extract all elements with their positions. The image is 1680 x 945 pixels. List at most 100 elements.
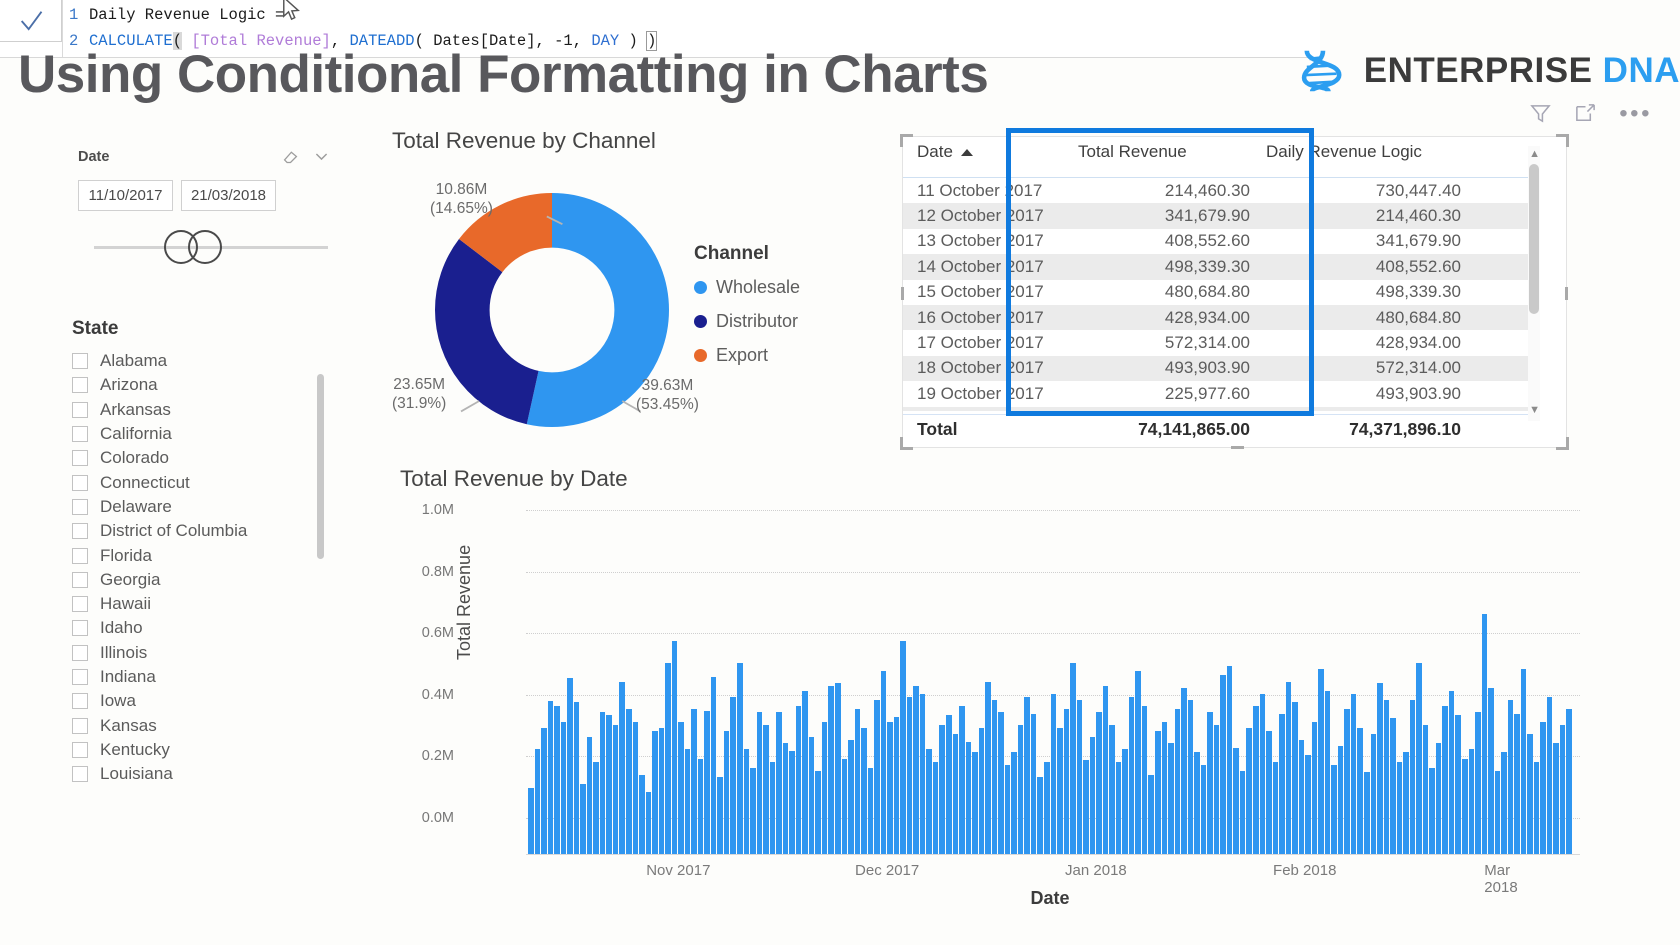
state-list-item[interactable]: Arkansas	[72, 398, 332, 422]
bar[interactable]	[639, 775, 645, 854]
sort-ascending-icon[interactable]	[960, 148, 974, 157]
bar[interactable]	[541, 728, 547, 854]
bar[interactable]	[704, 710, 710, 854]
bar[interactable]	[567, 677, 573, 854]
bar[interactable]	[580, 784, 586, 854]
state-slicer[interactable]: State Alabama Arizona Arkansas California Co…	[72, 318, 332, 786]
state-list-item[interactable]: Illinois	[72, 641, 332, 665]
state-list-item[interactable]: Kansas	[72, 713, 332, 737]
table-row[interactable]: 16 October 2017 428,934.00 480,684.80	[903, 304, 1533, 331]
bar[interactable]	[776, 712, 782, 854]
bar[interactable]	[1233, 747, 1239, 854]
bar-chart-visual[interactable]: Total Revenue by Date Total Revenue 0.0M…	[400, 466, 1580, 908]
bar[interactable]	[1553, 743, 1559, 854]
bar[interactable]	[599, 712, 606, 854]
state-checkbox[interactable]	[72, 450, 88, 467]
bar[interactable]	[658, 727, 665, 854]
bar[interactable]	[1128, 696, 1135, 854]
bar[interactable]	[547, 700, 554, 854]
state-list-item[interactable]: Connecticut	[72, 470, 332, 494]
bar[interactable]	[913, 686, 919, 854]
table-scrollbar-thumb[interactable]	[1529, 164, 1539, 314]
bar[interactable]	[874, 700, 880, 854]
date-slicer-controls[interactable]	[282, 148, 330, 165]
bar[interactable]	[717, 777, 723, 854]
state-checkbox[interactable]	[72, 547, 88, 564]
bar[interactable]	[1344, 709, 1350, 854]
bar[interactable]	[1520, 669, 1527, 854]
table-row[interactable]: 19 October 2017 225,977.60 493,903.90	[903, 381, 1533, 406]
state-list-item[interactable]: Arizona	[72, 373, 332, 397]
bar[interactable]	[665, 663, 671, 854]
bar[interactable]	[1043, 761, 1050, 854]
bar[interactable]	[1455, 715, 1461, 854]
bar[interactable]	[586, 736, 593, 854]
bar[interactable]	[861, 727, 867, 854]
bar[interactable]	[710, 676, 717, 854]
bar[interactable]	[1559, 724, 1566, 854]
table-row[interactable]: 13 October 2017 408,552.60 341,679.90	[903, 229, 1533, 254]
bar[interactable]	[1533, 761, 1540, 854]
bar[interactable]	[1272, 761, 1279, 854]
bar[interactable]	[1187, 700, 1194, 854]
visual-header-icons[interactable]: •••	[1529, 101, 1652, 125]
date-range-slider[interactable]	[78, 230, 330, 268]
bar[interactable]	[1357, 727, 1363, 854]
state-list-scrollbar[interactable]	[317, 374, 324, 559]
chevron-down-icon[interactable]	[313, 148, 330, 165]
bar[interactable]	[1435, 743, 1442, 854]
legend-item-distributor[interactable]: Distributor	[694, 311, 800, 332]
bar[interactable]	[834, 683, 841, 854]
bar[interactable]	[1220, 675, 1226, 854]
bar[interactable]	[782, 743, 789, 854]
table-header-row[interactable]: Date Total Revenue Daily Revenue Logic	[903, 138, 1533, 178]
bar[interactable]	[795, 706, 802, 854]
resize-handle-top-right[interactable]	[1556, 134, 1569, 147]
bar[interactable]	[1429, 767, 1435, 854]
bar[interactable]	[1122, 749, 1128, 854]
bar[interactable]	[1246, 727, 1252, 854]
bar[interactable]	[1475, 712, 1481, 854]
date-slicer[interactable]: Date 11/10/2017 21/03/2018	[78, 148, 330, 268]
bar[interactable]	[1050, 693, 1057, 854]
resize-handle-bottom[interactable]	[1231, 446, 1244, 449]
state-checkbox[interactable]	[72, 377, 88, 394]
bar[interactable]	[1566, 709, 1572, 854]
bar[interactable]	[1422, 724, 1429, 854]
state-checkbox[interactable]	[72, 644, 88, 661]
bar[interactable]	[528, 788, 534, 854]
state-list-item[interactable]: District of Columbia	[72, 519, 332, 543]
bar[interactable]	[554, 705, 560, 854]
bar[interactable]	[1115, 761, 1122, 854]
bar[interactable]	[593, 761, 599, 854]
state-checkbox[interactable]	[72, 523, 88, 540]
bar[interactable]	[900, 641, 906, 854]
table-row[interactable]: 17 October 2017 572,314.00 428,934.00	[903, 330, 1533, 355]
table-row[interactable]: 20 October 2017	[903, 406, 1533, 411]
bar[interactable]	[998, 712, 1004, 854]
bar[interactable]	[619, 681, 625, 854]
bar[interactable]	[691, 709, 697, 854]
state-list-item[interactable]: Indiana	[72, 665, 332, 689]
bar[interactable]	[919, 693, 926, 854]
bar[interactable]	[821, 721, 828, 854]
bar[interactable]	[1364, 772, 1370, 854]
bar[interactable]	[652, 730, 658, 854]
bar[interactable]	[697, 758, 704, 854]
state-list-item[interactable]: Iowa	[72, 689, 332, 713]
state-checkbox[interactable]	[72, 741, 88, 758]
bar[interactable]	[1239, 770, 1246, 854]
table-row[interactable]: 18 October 2017 493,903.90 572,314.00	[903, 355, 1533, 382]
bar[interactable]	[978, 727, 985, 854]
bar[interactable]	[1259, 693, 1266, 854]
column-header-total-revenue[interactable]: Total Revenue	[1078, 142, 1266, 162]
state-checkbox[interactable]	[72, 571, 88, 588]
state-list-item[interactable]: Delaware	[72, 495, 332, 519]
bar[interactable]	[1109, 724, 1115, 854]
resize-handle-right[interactable]	[1565, 287, 1568, 300]
bar[interactable]	[573, 701, 580, 854]
bar[interactable]	[1448, 690, 1455, 854]
slider-handle-end[interactable]	[188, 230, 222, 264]
bar[interactable]	[1004, 764, 1011, 854]
bar[interactable]	[1546, 696, 1553, 854]
